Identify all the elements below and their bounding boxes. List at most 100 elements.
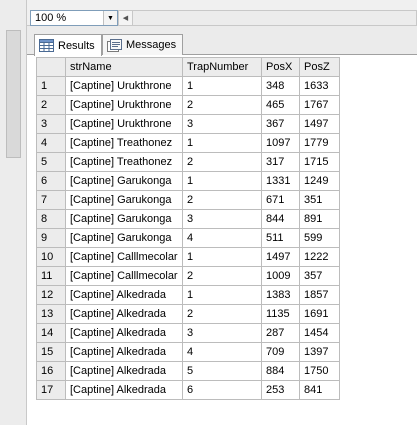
row-number-cell[interactable]: 9 (36, 228, 66, 248)
PosZ-cell[interactable]: 357 (299, 266, 340, 286)
strName-cell[interactable]: [Captine] Alkedrada (65, 361, 183, 381)
PosZ-cell[interactable]: 1397 (299, 342, 340, 362)
zoom-dropdown[interactable]: 100 % ▼ (30, 10, 118, 26)
PosZ-cell[interactable]: 599 (299, 228, 340, 248)
row-number-cell[interactable]: 16 (36, 361, 66, 381)
strName-cell[interactable]: [Captine] Treathonez (65, 152, 183, 172)
table-row[interactable]: 9 [Captine] Garukonga 4 511 599 (36, 228, 340, 248)
PosX-cell[interactable]: 1497 (261, 247, 300, 267)
row-number-cell[interactable]: 15 (36, 342, 66, 362)
PosX-cell[interactable]: 348 (261, 76, 300, 96)
PosZ-cell[interactable]: 1857 (299, 285, 340, 305)
PosX-cell[interactable]: 511 (261, 228, 300, 248)
PosX-cell[interactable]: 287 (261, 323, 300, 343)
PosZ-cell[interactable]: 1691 (299, 304, 340, 324)
row-number-cell[interactable]: 2 (36, 95, 66, 115)
row-number-cell[interactable]: 3 (36, 114, 66, 134)
column-header-PosX[interactable]: PosX (261, 57, 300, 77)
strName-cell[interactable]: [Captine] Alkedrada (65, 285, 183, 305)
strName-cell[interactable]: [Captine] Urukthrone (65, 95, 183, 115)
strName-cell[interactable]: [Captine] Alkedrada (65, 380, 183, 400)
table-row[interactable]: 10 [Captine] Calllmecolar 1 1497 1222 (36, 247, 340, 267)
TrapNumber-cell[interactable]: 4 (182, 228, 262, 248)
strName-cell[interactable]: [Captine] Treathonez (65, 133, 183, 153)
PosZ-cell[interactable]: 891 (299, 209, 340, 229)
TrapNumber-cell[interactable]: 6 (182, 380, 262, 400)
table-row[interactable]: 16 [Captine] Alkedrada 5 884 1750 (36, 361, 340, 381)
column-header-strName[interactable]: strName (65, 57, 183, 77)
strName-cell[interactable]: [Captine] Garukonga (65, 228, 183, 248)
row-number-cell[interactable]: 13 (36, 304, 66, 324)
PosX-cell[interactable]: 465 (261, 95, 300, 115)
TrapNumber-cell[interactable]: 3 (182, 323, 262, 343)
TrapNumber-cell[interactable]: 3 (182, 209, 262, 229)
TrapNumber-cell[interactable]: 1 (182, 171, 262, 191)
PosZ-cell[interactable]: 1633 (299, 76, 340, 96)
strName-cell[interactable]: [Captine] Urukthrone (65, 114, 183, 134)
PosZ-cell[interactable]: 1222 (299, 247, 340, 267)
select-all-corner[interactable] (36, 57, 66, 77)
PosZ-cell[interactable]: 1767 (299, 95, 340, 115)
PosX-cell[interactable]: 671 (261, 190, 300, 210)
PosZ-cell[interactable]: 1454 (299, 323, 340, 343)
strName-cell[interactable]: [Captine] Calllmecolar (65, 266, 183, 286)
chevron-down-icon[interactable]: ▼ (103, 11, 117, 25)
TrapNumber-cell[interactable]: 1 (182, 76, 262, 96)
PosX-cell[interactable]: 317 (261, 152, 300, 172)
row-number-cell[interactable]: 14 (36, 323, 66, 343)
TrapNumber-cell[interactable]: 2 (182, 304, 262, 324)
PosX-cell[interactable]: 1383 (261, 285, 300, 305)
PosZ-cell[interactable]: 351 (299, 190, 340, 210)
PosZ-cell[interactable]: 1779 (299, 133, 340, 153)
PosX-cell[interactable]: 1097 (261, 133, 300, 153)
TrapNumber-cell[interactable]: 3 (182, 114, 262, 134)
table-row[interactable]: 3 [Captine] Urukthrone 3 367 1497 (36, 114, 340, 134)
strName-cell[interactable]: [Captine] Garukonga (65, 171, 183, 191)
strName-cell[interactable]: [Captine] Calllmecolar (65, 247, 183, 267)
PosX-cell[interactable]: 1009 (261, 266, 300, 286)
PosX-cell[interactable]: 844 (261, 209, 300, 229)
row-number-cell[interactable]: 7 (36, 190, 66, 210)
table-row[interactable]: 14 [Captine] Alkedrada 3 287 1454 (36, 323, 340, 343)
TrapNumber-cell[interactable]: 2 (182, 266, 262, 286)
strName-cell[interactable]: [Captine] Alkedrada (65, 323, 183, 343)
tab-results[interactable]: Results (34, 34, 102, 56)
TrapNumber-cell[interactable]: 2 (182, 95, 262, 115)
table-row[interactable]: 8 [Captine] Garukonga 3 844 891 (36, 209, 340, 229)
row-number-cell[interactable]: 6 (36, 171, 66, 191)
TrapNumber-cell[interactable]: 1 (182, 247, 262, 267)
table-row[interactable]: 13 [Captine] Alkedrada 2 1135 1691 (36, 304, 340, 324)
PosZ-cell[interactable]: 1249 (299, 171, 340, 191)
table-row[interactable]: 1 [Captine] Urukthrone 1 348 1633 (36, 76, 340, 96)
table-row[interactable]: 6 [Captine] Garukonga 1 1331 1249 (36, 171, 340, 191)
PosZ-cell[interactable]: 841 (299, 380, 340, 400)
row-number-cell[interactable]: 5 (36, 152, 66, 172)
row-number-cell[interactable]: 4 (36, 133, 66, 153)
table-row[interactable]: 2 [Captine] Urukthrone 2 465 1767 (36, 95, 340, 115)
TrapNumber-cell[interactable]: 4 (182, 342, 262, 362)
scrollbar-thumb[interactable] (6, 30, 21, 158)
row-number-cell[interactable]: 11 (36, 266, 66, 286)
table-row[interactable]: 7 [Captine] Garukonga 2 671 351 (36, 190, 340, 210)
strName-cell[interactable]: [Captine] Garukonga (65, 190, 183, 210)
strName-cell[interactable]: [Captine] Garukonga (65, 209, 183, 229)
column-header-PosZ[interactable]: PosZ (299, 57, 340, 77)
table-row[interactable]: 17 [Captine] Alkedrada 6 253 841 (36, 380, 340, 400)
row-number-cell[interactable]: 8 (36, 209, 66, 229)
tab-messages[interactable]: Messages (102, 34, 184, 55)
strName-cell[interactable]: [Captine] Alkedrada (65, 304, 183, 324)
TrapNumber-cell[interactable]: 2 (182, 190, 262, 210)
TrapNumber-cell[interactable]: 1 (182, 133, 262, 153)
TrapNumber-cell[interactable]: 5 (182, 361, 262, 381)
table-row[interactable]: 4 [Captine] Treathonez 1 1097 1779 (36, 133, 340, 153)
PosX-cell[interactable]: 1135 (261, 304, 300, 324)
PosX-cell[interactable]: 709 (261, 342, 300, 362)
TrapNumber-cell[interactable]: 2 (182, 152, 262, 172)
table-row[interactable]: 12 [Captine] Alkedrada 1 1383 1857 (36, 285, 340, 305)
table-row[interactable]: 15 [Captine] Alkedrada 4 709 1397 (36, 342, 340, 362)
TrapNumber-cell[interactable]: 1 (182, 285, 262, 305)
horizontal-scrollbar[interactable]: ◀ (118, 10, 417, 26)
table-row[interactable]: 5 [Captine] Treathonez 2 317 1715 (36, 152, 340, 172)
vertical-scrollbar[interactable] (0, 0, 27, 425)
PosX-cell[interactable]: 367 (261, 114, 300, 134)
